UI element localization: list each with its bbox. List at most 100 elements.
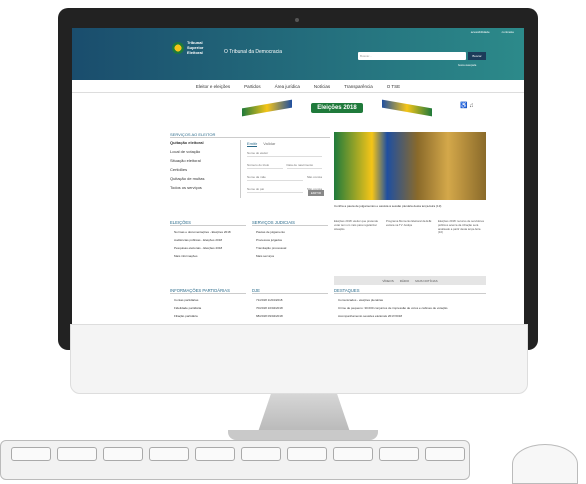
flag-ribbon-right — [382, 99, 432, 117]
key — [425, 447, 465, 461]
list-item[interactable]: Filiação partidária — [174, 312, 250, 320]
service-item[interactable]: Situação eleitoral — [170, 158, 204, 167]
list-item[interactable]: Normas e documentações - Eleições 2018 — [174, 228, 250, 236]
site-tagline: O Tribunal da Democracia — [224, 49, 283, 55]
key — [241, 447, 281, 461]
highlights-title: DESTAQUES — [334, 288, 486, 294]
nav-item[interactable]: Eleitor e eleições — [196, 84, 230, 89]
webcam — [295, 18, 299, 22]
featured-caption[interactable]: Confira a pauta de julgamentos e assista… — [334, 204, 486, 208]
news-item[interactable]: Eleições 2018: recurso de servidores púb… — [438, 219, 486, 235]
main-nav: Eleitor e eleições Partidos Área jurídic… — [72, 80, 524, 93]
advanced-search-link[interactable]: busca avançada — [458, 64, 476, 67]
news-item[interactable]: Eleições 2018: eleitor que pretende vota… — [334, 219, 382, 235]
list-item[interactable]: Processos julgados — [256, 236, 332, 244]
elections-title: ELEIÇÕES — [170, 220, 246, 226]
key — [195, 447, 235, 461]
service-item[interactable]: Quitação eleitoral — [170, 140, 204, 149]
key — [103, 447, 143, 461]
utility-links: acessibilidade contraste — [471, 30, 514, 34]
flag-ribbon-left — [242, 99, 292, 117]
key — [11, 447, 51, 461]
key — [287, 447, 327, 461]
highlight-item[interactable]: Comunicados - eleições plenárias — [338, 296, 488, 304]
list-item[interactable]: Tramitação processual — [256, 244, 332, 252]
banner-year: 2018 — [343, 105, 357, 111]
accessibility-icons[interactable]: ♿ ♫ — [460, 102, 474, 109]
tab-validar[interactable]: Validar — [263, 141, 275, 147]
search-button[interactable]: Buscar — [468, 52, 486, 60]
list-item[interactable]: Mais informações — [174, 252, 250, 260]
party-info-title: INFORMAÇÕES PARTIDÁRIAS — [170, 288, 246, 294]
search-input[interactable]: Buscar... — [358, 52, 466, 60]
form-tabs: Emitir Validar — [241, 140, 328, 148]
news-columns: Eleições 2018: eleitor que pretende vota… — [334, 219, 486, 235]
service-item[interactable]: Quitação de multas — [170, 176, 204, 185]
mother-name-field[interactable]: Nome da mãe — [247, 175, 303, 181]
list-item[interactable]: Fidelidade partidária — [174, 304, 250, 312]
services-list: Quitação eleitoral Local de votação Situ… — [170, 140, 204, 194]
list-item[interactable]: Audiências públicas - Eleições 2018 — [174, 236, 250, 244]
key — [57, 447, 97, 461]
title-number-field[interactable]: Número do título — [247, 163, 283, 169]
elections-list: Normas e documentações - Eleições 2018 A… — [174, 228, 250, 260]
site-header: Tribunal Superior Eleitoral O Tribunal d… — [72, 28, 524, 80]
monitor-frame: Tribunal Superior Eleitoral O Tribunal d… — [58, 8, 538, 350]
mother-not-listed-checkbox[interactable]: Não consta — [307, 175, 322, 181]
logo-text: Tribunal Superior Eleitoral — [187, 40, 203, 55]
dje-list: 71/2018 11/04/2018 70/2018 10/04/2018 68… — [256, 296, 332, 320]
elections-logo: Eleições 2018 — [311, 103, 363, 113]
judicial-title: SERVIÇOS JUDICIAIS — [252, 220, 328, 226]
nav-item[interactable]: O TSE — [387, 84, 400, 89]
monitor-base — [228, 430, 378, 440]
highlights-list: Comunicados - eleições plenárias Crime d… — [338, 296, 488, 320]
news-item[interactable]: Programa Momento Eleitoral da EJE estrei… — [386, 219, 434, 235]
elections-banner[interactable]: Eleições 2018 — [242, 96, 432, 120]
key — [333, 447, 373, 461]
tab-emitir[interactable]: Emitir — [247, 141, 258, 147]
dje-item[interactable]: 70/2018 10/04/2018 — [256, 304, 332, 312]
dje-item[interactable]: 68/2018 09/04/2018 — [256, 312, 332, 320]
party-info-list: Contas partidárias Fidelidade partidária… — [174, 296, 250, 320]
browser-screen: Tribunal Superior Eleitoral O Tribunal d… — [72, 28, 524, 324]
highlight-item[interactable]: Crime de pequeno: 30.000 conjuntos de im… — [338, 304, 488, 312]
media-pager: VÍDEOS RÁDIO MAIS NOTÍCIAS — [334, 276, 486, 285]
monitor-chin — [70, 324, 528, 394]
voter-name-field[interactable]: Nome do eleitor — [247, 151, 322, 157]
tse-logo[interactable]: Tribunal Superior Eleitoral — [172, 40, 203, 55]
list-item[interactable]: Pesquisas eleitorais - Eleições 2018 — [174, 244, 250, 252]
highlight-item[interactable]: Acompanhamento sessões eleitorais 2017/2… — [338, 312, 488, 320]
logo-line: Eleitoral — [187, 50, 203, 55]
nav-item[interactable]: Partidos — [244, 84, 261, 89]
radio-link[interactable]: RÁDIO — [400, 279, 410, 283]
key — [379, 447, 419, 461]
accessibility-link[interactable]: acessibilidade — [471, 30, 490, 34]
service-item[interactable]: Local de votação — [170, 149, 204, 158]
nav-item[interactable]: Notícias — [314, 84, 330, 89]
certificate-form: Emitir Validar Nome do eleitor Número do… — [240, 140, 328, 198]
list-item[interactable]: Mais serviços — [256, 252, 332, 260]
more-news-link[interactable]: MAIS NOTÍCIAS — [415, 279, 437, 283]
videos-link[interactable]: VÍDEOS — [382, 279, 393, 283]
monitor-stand — [258, 394, 350, 432]
services-title: SERVIÇOS AO ELEITOR — [170, 132, 330, 138]
nav-item[interactable]: Área jurídica — [275, 84, 300, 89]
tse-emblem-icon — [172, 41, 184, 54]
judicial-list: Pautas de julgamento Processos julgados … — [256, 228, 332, 260]
contrast-link[interactable]: contraste — [502, 30, 514, 34]
dje-item[interactable]: 71/2018 11/04/2018 — [256, 296, 332, 304]
featured-photo[interactable] — [334, 132, 486, 200]
keyboard — [0, 440, 470, 480]
service-item[interactable]: Todos os serviços — [170, 185, 204, 194]
father-name-field[interactable]: Nome do pai — [247, 187, 303, 193]
birthdate-field[interactable]: Data de nascimento — [286, 163, 322, 169]
key — [149, 447, 189, 461]
issue-button[interactable]: EMITIR — [307, 190, 324, 196]
list-item[interactable]: Contas partidárias — [174, 296, 250, 304]
dje-title: DJE — [252, 288, 328, 294]
mouse — [512, 444, 578, 484]
list-item[interactable]: Pautas de julgamento — [256, 228, 332, 236]
service-item[interactable]: Certidões — [170, 167, 204, 176]
nav-item[interactable]: Transparência — [344, 84, 373, 89]
banner-title: Eleições — [317, 105, 342, 111]
